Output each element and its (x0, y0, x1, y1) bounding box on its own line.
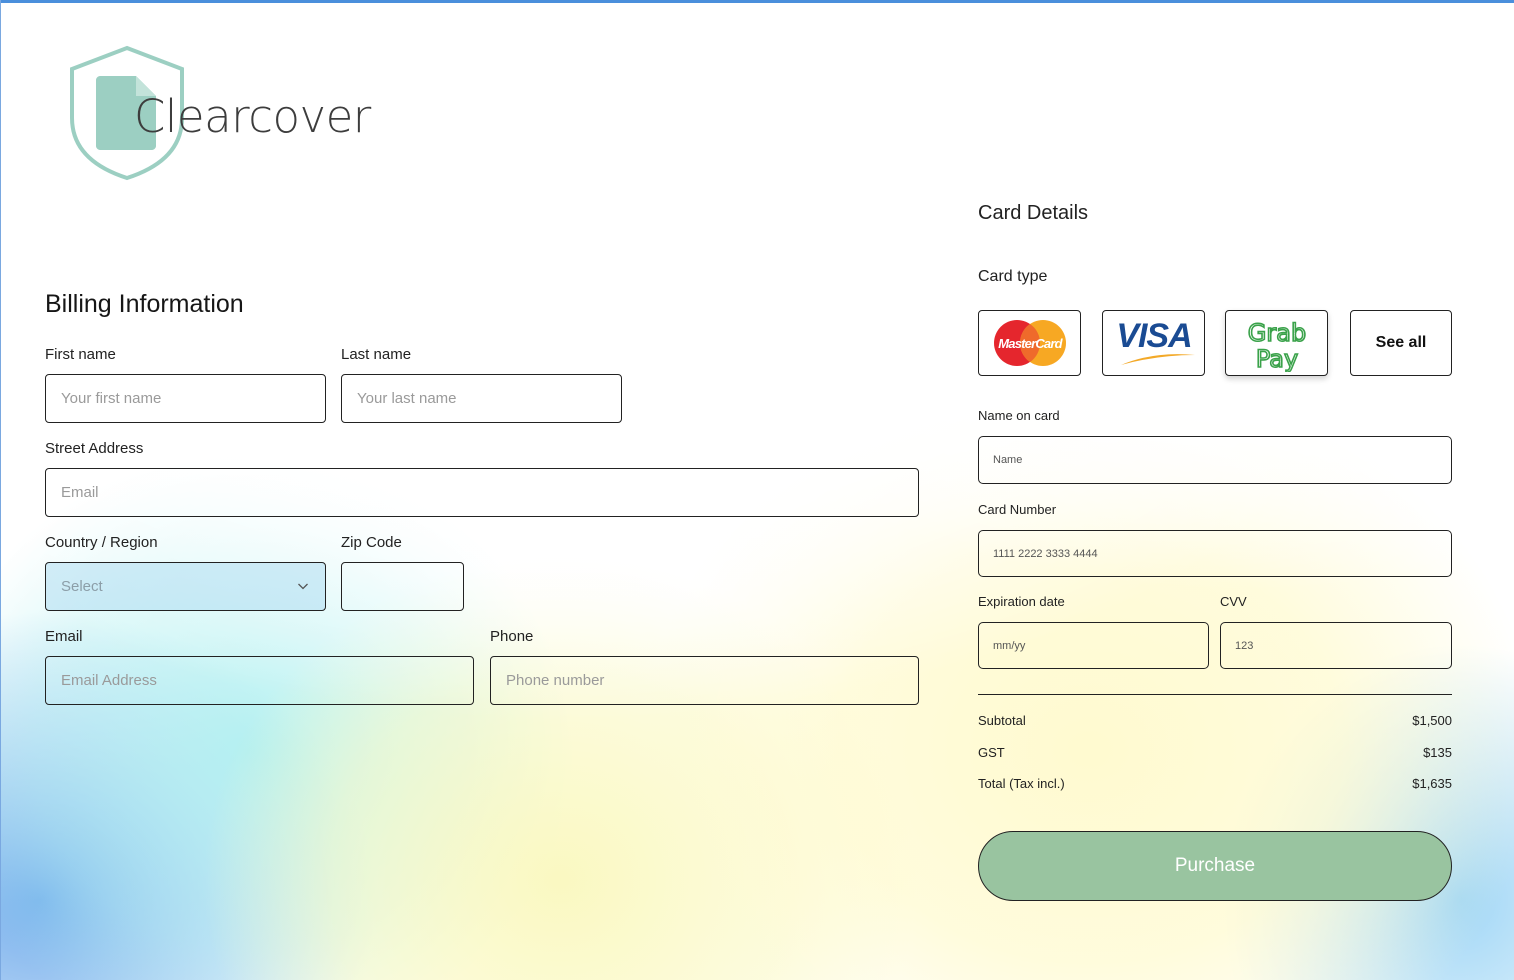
chevron-down-icon (298, 583, 308, 590)
card-option-grabpay[interactable]: Grab Pay (1225, 310, 1328, 376)
gst-value: $135 (1423, 745, 1452, 760)
svg-text:Pay: Pay (1255, 345, 1297, 372)
country-select-value: Select (61, 578, 103, 595)
phone-input[interactable] (490, 656, 919, 705)
email-label: Email (45, 628, 83, 645)
expiration-date-label: Expiration date (978, 594, 1065, 609)
svg-text:Grab: Grab (1247, 319, 1305, 347)
mastercard-icon: MasterCard (993, 320, 1066, 366)
email-input[interactable] (45, 656, 474, 705)
brand-name: Clearcover (134, 90, 371, 143)
card-number-input[interactable] (978, 530, 1452, 577)
svg-text:MasterCard: MasterCard (998, 336, 1063, 351)
card-number-label: Card Number (978, 502, 1057, 517)
billing-title: Billing Information (45, 290, 244, 318)
purchase-button[interactable]: Purchase (978, 831, 1452, 901)
total-label: Total (Tax incl.) (978, 776, 1065, 791)
expiration-date-input[interactable] (978, 622, 1209, 669)
logo: Clearcover (66, 44, 371, 184)
left-edge-line (0, 0, 1, 980)
first-name-label: First name (45, 346, 116, 363)
cvv-label: CVV (1220, 594, 1247, 609)
card-type-label: Card type (978, 268, 1048, 285)
svg-text:VISA: VISA (1116, 317, 1191, 355)
subtotal-label: Subtotal (978, 713, 1026, 728)
top-accent-bar (0, 0, 1514, 3)
last-name-input[interactable] (341, 374, 622, 423)
zip-code-label: Zip Code (341, 534, 402, 551)
phone-label: Phone (490, 628, 534, 645)
total-value: $1,635 (1412, 776, 1452, 791)
last-name-label: Last name (341, 346, 412, 363)
card-option-visa[interactable]: VISA (1102, 310, 1205, 376)
name-on-card-input[interactable] (978, 436, 1452, 484)
zip-code-input[interactable] (341, 562, 464, 611)
card-details-title: Card Details (978, 202, 1089, 224)
subtotal-value: $1,500 (1412, 713, 1452, 728)
street-address-label: Street Address (45, 440, 144, 457)
country-label: Country / Region (45, 534, 158, 551)
country-select[interactable]: Select (45, 562, 326, 611)
gst-label: GST (978, 745, 1005, 760)
name-on-card-label: Name on card (978, 408, 1060, 423)
summary-divider (978, 694, 1452, 695)
see-all-button[interactable]: See all (1350, 310, 1452, 376)
cvv-input[interactable] (1220, 622, 1452, 669)
first-name-input[interactable] (45, 374, 326, 423)
card-option-mastercard[interactable]: MasterCard (978, 310, 1081, 376)
visa-icon: VISA (1116, 317, 1195, 365)
see-all-label: See all (1375, 334, 1427, 351)
street-address-input[interactable] (45, 468, 919, 517)
grabpay-icon: Grab Pay (1246, 318, 1306, 372)
